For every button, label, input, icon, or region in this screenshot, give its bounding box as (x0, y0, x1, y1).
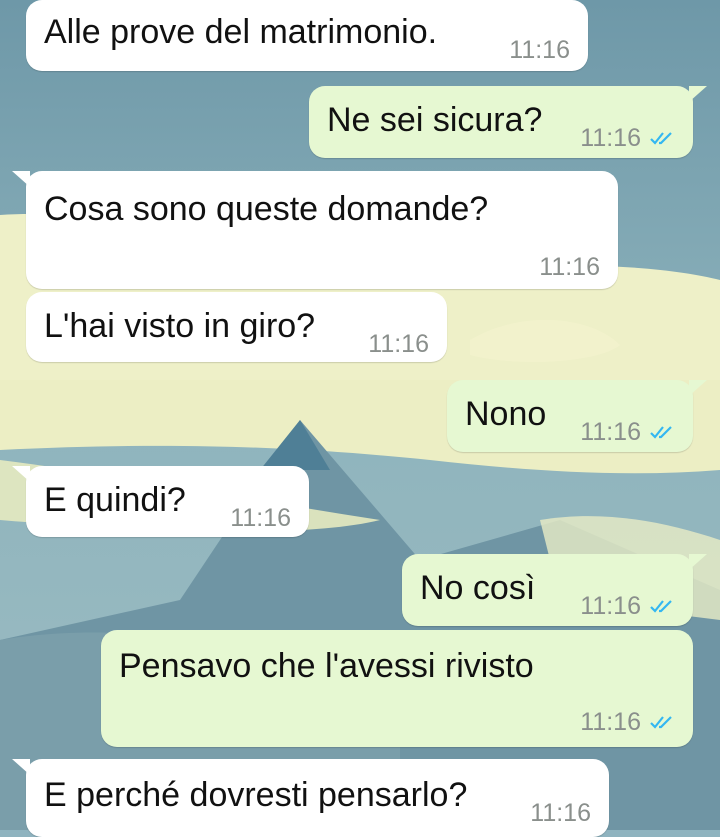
message-list[interactable]: Alle prove del matrimonio. 11:16 Ne sei … (0, 0, 720, 837)
message-bubble-outgoing[interactable]: Nono 11:16 (447, 380, 707, 452)
message-time: 11:16 (230, 498, 291, 538)
message-timestamp: 11:16 (580, 592, 641, 620)
message-text: Ne sei sicura? (327, 101, 543, 139)
message-text: L'hai visto in giro? (44, 307, 316, 345)
bubble-tail-icon (12, 466, 30, 482)
message-text: E quindi? (44, 481, 186, 519)
message-time: 11:16 (580, 412, 677, 452)
message-timestamp: 11:16 (580, 708, 641, 736)
message-text: Pensavo che l'avessi rivisto (119, 647, 534, 685)
message-timestamp: 11:16 (230, 504, 291, 532)
message-time: 11:16 (539, 247, 600, 287)
message-timestamp: 11:16 (580, 418, 641, 446)
message-bubble-outgoing[interactable]: Pensavo che l'avessi rivisto 11:16 (101, 630, 693, 747)
message-bubble-incoming[interactable]: Alle prove del matrimonio. 11:16 (26, 0, 588, 71)
message-time: 11:16 (530, 793, 591, 833)
message-time: 11:16 (509, 30, 570, 70)
message-time: 11:16 (580, 702, 677, 742)
message-timestamp: 11:16 (539, 253, 600, 281)
message-bubble-outgoing[interactable]: No così 11:16 (402, 554, 707, 626)
double-check-read-icon (650, 426, 672, 439)
bubble-tail-icon (12, 759, 30, 775)
message-text: E perché dovresti pensarlo? (44, 776, 468, 814)
message-text: Nono (465, 395, 547, 433)
message-timestamp: 11:16 (368, 330, 429, 358)
message-time: 11:16 (580, 586, 677, 626)
bubble-tail-icon (689, 86, 707, 102)
message-time: 11:16 (368, 324, 429, 364)
bubble-tail-icon (12, 171, 30, 187)
message-bubble-outgoing[interactable]: Ne sei sicura? 11:16 (309, 86, 707, 158)
message-timestamp: 11:16 (509, 36, 570, 64)
message-bubble-incoming[interactable]: L'hai visto in giro? 11:16 (26, 292, 447, 362)
message-timestamp: 11:16 (580, 124, 641, 152)
message-text: No così (420, 569, 536, 607)
bubble-tail-icon (689, 554, 707, 570)
message-text: Alle prove del matrimonio. (44, 13, 438, 51)
message-time: 11:16 (580, 118, 677, 158)
bubble-tail-icon (689, 380, 707, 396)
double-check-read-icon (650, 132, 672, 145)
message-bubble-incoming[interactable]: Cosa sono queste domande? 11:16 (12, 171, 618, 289)
message-bubble-incoming[interactable]: E quindi? 11:16 (12, 466, 309, 538)
double-check-read-icon (650, 600, 672, 613)
double-check-read-icon (650, 716, 672, 729)
message-timestamp: 11:16 (530, 799, 591, 827)
message-text: Cosa sono queste domande? (44, 190, 489, 228)
message-bubble-incoming[interactable]: E perché dovresti pensarlo? 11:16 (12, 759, 609, 837)
